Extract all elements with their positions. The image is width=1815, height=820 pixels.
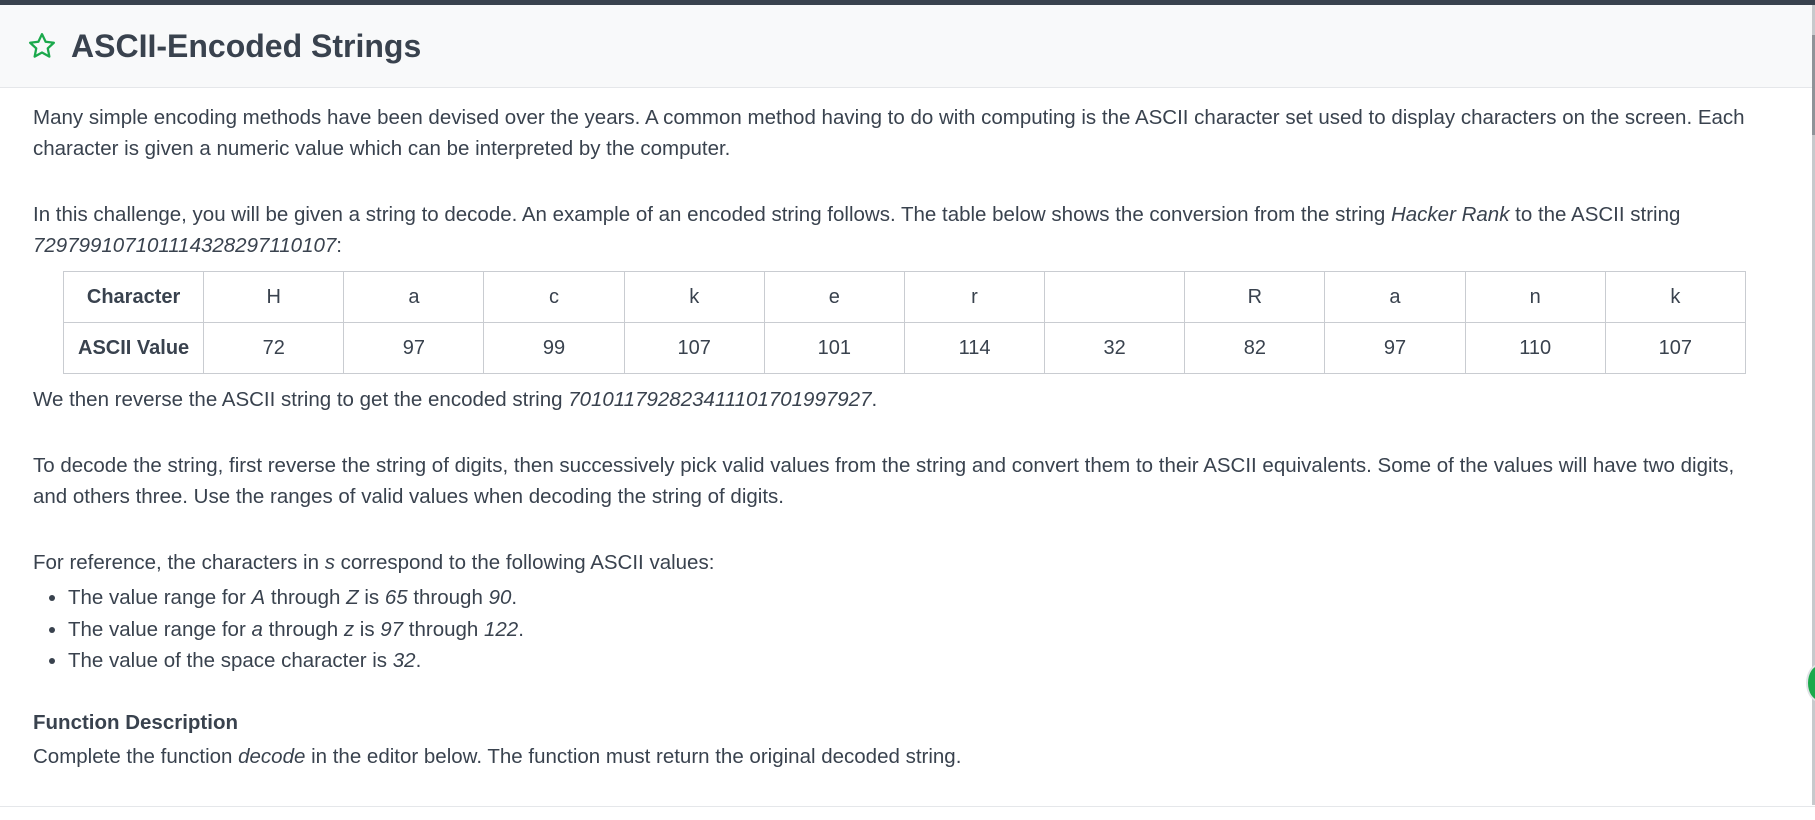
resize-handle[interactable] (1806, 664, 1815, 702)
range-value: 97 (380, 617, 404, 641)
table-cell: 99 (483, 322, 625, 374)
encoded-string: 701011792823411101701997927 (568, 388, 872, 411)
table-cell: R (1184, 271, 1326, 323)
reverse-text: We then reverse the ASCII string to get … (33, 388, 569, 411)
range-text: is (358, 586, 385, 609)
table-cell: 32 (1044, 322, 1186, 374)
table-cell: 97 (1324, 322, 1466, 374)
table-cell: n (1464, 271, 1606, 323)
list-item: The value of the space character is 32. (68, 645, 1763, 677)
range-text: through (265, 586, 347, 609)
range-value: A (251, 586, 266, 609)
table-cell: 72 (203, 322, 345, 374)
reference-text: For reference, the characters in (33, 551, 325, 574)
table-cell: r (903, 271, 1046, 323)
table-cell: a (1324, 271, 1466, 323)
fd-text: in the editor below. The function must r… (305, 744, 962, 768)
reverse-paragraph: We then reverse the ASCII string to get … (33, 384, 1763, 415)
reference-paragraph: For reference, the characters in s corre… (33, 547, 1763, 578)
example-text: In this challenge, you will be given a s… (33, 203, 1391, 226)
star-outline-icon[interactable] (27, 31, 57, 61)
range-text: The value of the space character is (68, 649, 393, 672)
range-value: 32 (392, 649, 416, 672)
range-value: 90 (488, 586, 512, 609)
range-text: . (511, 586, 518, 609)
range-text: . (415, 649, 422, 672)
range-text: The value range for (68, 617, 252, 641)
intro-paragraph: Many simple encoding methods have been d… (33, 106, 1745, 160)
row-header: Character (62, 271, 205, 323)
table-cell: H (203, 271, 345, 323)
list-item: The value range for a through z is 97 th… (68, 614, 1763, 646)
range-value: Z (346, 586, 359, 609)
range-text: through (262, 617, 344, 641)
table-cell: 110 (1464, 322, 1606, 374)
range-text: . (518, 617, 524, 641)
table-cell: 97 (343, 322, 485, 374)
function-name: decode (238, 744, 306, 768)
reverse-text: . (871, 388, 878, 411)
row-header: ASCII Value (62, 322, 205, 374)
example-source-string: Hacker Rank (1390, 203, 1510, 226)
function-description-text: Complete the function decode in the edit… (33, 741, 1763, 772)
range-text: The value range for (68, 586, 252, 609)
table-cell: 107 (1604, 322, 1747, 374)
table-cell (1044, 271, 1186, 323)
range-value: 65 (384, 586, 408, 609)
range-value: 122 (484, 617, 519, 641)
variable-s: s (324, 551, 335, 574)
table-row: ASCII Value 72 97 99 107 101 114 32 82 9… (62, 322, 1747, 374)
fd-text: Complete the function (33, 744, 239, 768)
table-cell: e (763, 271, 905, 323)
table-row: Character H a c k e r R a n k (62, 271, 1747, 323)
example-text: to the ASCII string (1509, 203, 1681, 226)
ascii-conversion-table: Character H a c k e r R a n k ASCII Valu… (62, 271, 1747, 374)
page-title: ASCII-Encoded Strings (71, 27, 422, 64)
table-cell: 107 (623, 322, 765, 374)
range-text: through (403, 617, 484, 641)
table-cell: a (343, 271, 485, 323)
table-cell: c (483, 271, 625, 323)
range-text: is (354, 617, 381, 641)
table-cell: 101 (763, 322, 905, 374)
ascii-ranges-list: The value range for A through Z is 65 th… (33, 582, 1763, 677)
range-value: z (343, 617, 355, 641)
bottom-bar (0, 806, 1815, 820)
decode-paragraph: To decode the string, first reverse the … (33, 454, 1735, 508)
example-ascii-string: 729799107101114328297110107 (33, 234, 337, 257)
reference-text: correspond to the following ASCII values… (334, 551, 715, 574)
function-description-heading: Function Description (33, 710, 238, 734)
range-text: through (407, 586, 489, 609)
problem-statement: Many simple encoding methods have been d… (33, 102, 1763, 772)
list-item: The value range for A through Z is 65 th… (68, 582, 1763, 614)
table-cell: k (623, 271, 765, 323)
table-cell: k (1604, 271, 1747, 323)
table-cell: 114 (903, 322, 1046, 374)
challenge-header: ASCII-Encoded Strings (0, 5, 1812, 88)
example-text: : (336, 234, 342, 257)
range-value: a (251, 617, 263, 641)
table-cell: 82 (1184, 322, 1326, 374)
example-paragraph: In this challenge, you will be given a s… (33, 199, 1763, 261)
